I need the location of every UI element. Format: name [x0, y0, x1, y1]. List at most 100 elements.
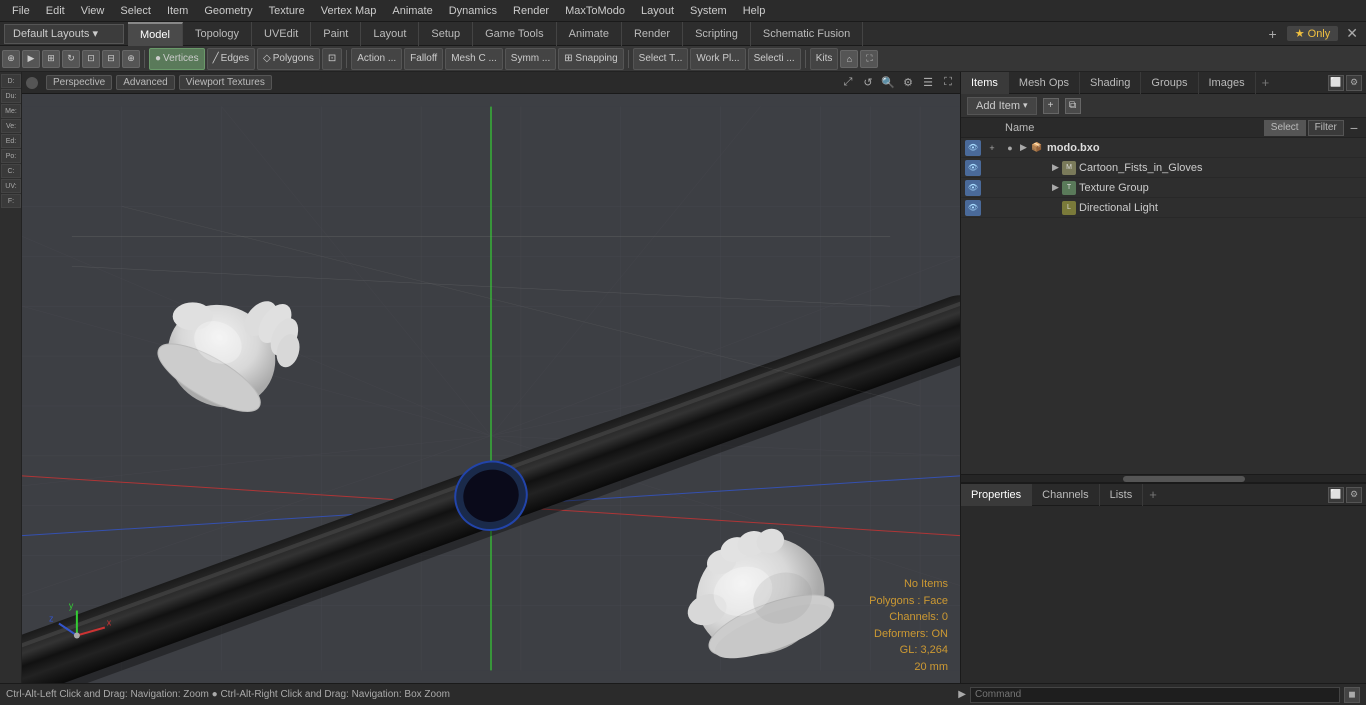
vp-search-icon[interactable]: 🔍 [880, 75, 896, 91]
tab-mesh-ops[interactable]: Mesh Ops [1009, 72, 1080, 94]
item-row-texture-group[interactable]: 👁 ▶ T Texture Group [961, 178, 1366, 198]
item-eye-icon-0[interactable]: 👁 [965, 140, 981, 156]
default-layouts-dropdown[interactable]: Default Layouts ▾ [4, 24, 124, 44]
left-btn-c[interactable]: C: [1, 164, 21, 178]
toolbar-symmetry-btn[interactable]: Symm ... [505, 48, 556, 70]
item-expand-2[interactable]: ▶ [1052, 182, 1062, 193]
tab-lists[interactable]: Lists [1100, 484, 1144, 506]
viewport-textures-btn[interactable]: Viewport Textures [179, 75, 272, 90]
left-btn-f[interactable]: F: [1, 194, 21, 208]
item-eye-icon-2[interactable]: 👁 [965, 180, 981, 196]
left-btn-d[interactable]: D: [1, 74, 21, 88]
add-item-plus-icon[interactable]: + [1043, 98, 1059, 114]
item-eye-icon-1[interactable]: 👁 [965, 160, 981, 176]
tab-animate[interactable]: Animate [557, 22, 622, 46]
menu-system[interactable]: System [682, 3, 735, 19]
item-row-cartoon-fists[interactable]: 👁 ▶ M Cartoon_Fists_in_Gloves [961, 158, 1366, 178]
tab-channels[interactable]: Channels [1032, 484, 1099, 506]
vp-gear-icon[interactable]: ⚙ [900, 75, 916, 91]
menu-file[interactable]: File [4, 3, 38, 19]
left-btn-uv[interactable]: UV: [1, 179, 21, 193]
vp-menu-icon[interactable]: ☰ [920, 75, 936, 91]
item-header-select-btn[interactable]: Select [1264, 120, 1306, 136]
layout-close-icon[interactable]: ✕ [1342, 25, 1362, 42]
toolbar-select-tool-btn[interactable]: Select T... [633, 48, 689, 70]
toolbar-icon-rotate[interactable]: ↻ [62, 50, 80, 68]
menu-help[interactable]: Help [735, 3, 774, 19]
tab-model[interactable]: Model [128, 22, 183, 46]
menu-animate[interactable]: Animate [384, 3, 440, 19]
toolbar-home-icon[interactable]: ⌂ [840, 50, 858, 68]
panel-settings-icon[interactable]: ⚙ [1346, 75, 1362, 91]
menu-maxtomodo[interactable]: MaxToModo [557, 3, 633, 19]
menu-item[interactable]: Item [159, 3, 196, 19]
toolbar-work-plane-btn[interactable]: Work Pl... [690, 48, 745, 70]
toolbar-mesh-btn[interactable]: Mesh C ... [445, 48, 503, 70]
left-btn-ve[interactable]: Ve: [1, 119, 21, 133]
add-item-button[interactable]: Add Item ▾ [967, 97, 1037, 115]
tab-images[interactable]: Images [1199, 72, 1256, 94]
star-only-btn[interactable]: ★ Only [1287, 26, 1339, 41]
add-item-duplicate-icon[interactable]: ⧉ [1065, 98, 1081, 114]
toolbar-icon-poly2[interactable]: ⊡ [322, 48, 342, 70]
items-scroll-thumb[interactable] [1123, 476, 1245, 482]
toolbar-action-btn[interactable]: Action ... [351, 48, 402, 70]
viewport-canvas[interactable]: x y z No Items Polygons : Face Channels:… [22, 94, 960, 683]
toolbar-snapping-btn[interactable]: ⊞ Snapping [558, 48, 623, 70]
item-header-filter-btn[interactable]: Filter [1308, 120, 1344, 136]
props-tab-plus[interactable]: + [1143, 487, 1163, 502]
tab-uvedit[interactable]: UVEdit [252, 22, 311, 46]
cmd-submit-icon[interactable]: ◼ [1344, 687, 1360, 703]
item-eye-icon-3[interactable]: 👁 [965, 200, 981, 216]
toolbar-icon-mirror[interactable]: ⊟ [102, 50, 120, 68]
toolbar-icon-2[interactable]: ▶ [22, 50, 40, 68]
toolbar-fullscreen-icon[interactable]: ⛶ [860, 50, 878, 68]
menu-select[interactable]: Select [112, 3, 159, 19]
menu-dynamics[interactable]: Dynamics [441, 3, 505, 19]
toolbar-icon-1[interactable]: ⊕ [2, 50, 20, 68]
vp-expand-icon[interactable]: ⛶ [940, 75, 956, 91]
item-plus-icon-0[interactable]: + [984, 140, 1000, 156]
toolbar-edges-btn[interactable]: ╱ Edges [207, 48, 255, 70]
advanced-btn[interactable]: Advanced [116, 75, 174, 90]
left-btn-du[interactable]: Du: [1, 89, 21, 103]
tab-items[interactable]: Items [961, 72, 1009, 94]
props-expand-icon[interactable]: ⬜ [1328, 487, 1344, 503]
toolbar-selection-btn[interactable]: Selecti ... [748, 48, 801, 70]
command-input[interactable] [970, 687, 1340, 703]
vp-rotate-icon[interactable]: ↺ [860, 75, 876, 91]
tab-paint[interactable]: Paint [311, 22, 361, 46]
layout-add-icon[interactable]: + [1263, 26, 1283, 42]
left-btn-po[interactable]: Po: [1, 149, 21, 163]
toolbar-icon-snap[interactable]: ⊕ [122, 50, 140, 68]
panel-expand-icon[interactable]: ⬜ [1328, 75, 1344, 91]
tab-properties[interactable]: Properties [961, 484, 1032, 506]
tab-schematic-fusion[interactable]: Schematic Fusion [751, 22, 863, 46]
toolbar-icon-transform[interactable]: ⊞ [42, 50, 60, 68]
menu-geometry[interactable]: Geometry [196, 3, 260, 19]
toolbar-kits-btn[interactable]: Kits [810, 48, 839, 70]
tab-render[interactable]: Render [622, 22, 683, 46]
items-tab-plus[interactable]: + [1256, 75, 1276, 90]
menu-view[interactable]: View [73, 3, 113, 19]
left-btn-ed[interactable]: Ed: [1, 134, 21, 148]
left-btn-me[interactable]: Me: [1, 104, 21, 118]
perspective-btn[interactable]: Perspective [46, 75, 112, 90]
item-row-dir-light[interactable]: 👁 L Directional Light [961, 198, 1366, 218]
tab-shading[interactable]: Shading [1080, 72, 1141, 94]
props-settings-icon[interactable]: ⚙ [1346, 487, 1362, 503]
item-expand-1[interactable]: ▶ [1052, 162, 1062, 173]
tab-scripting[interactable]: Scripting [683, 22, 751, 46]
tab-layout[interactable]: Layout [361, 22, 419, 46]
toolbar-falloff-btn[interactable]: Falloff [404, 48, 443, 70]
toolbar-vertices-btn[interactable]: ● Vertices [149, 48, 205, 70]
menu-edit[interactable]: Edit [38, 3, 73, 19]
menu-render[interactable]: Render [505, 3, 557, 19]
tab-game-tools[interactable]: Game Tools [473, 22, 557, 46]
items-scrollbar[interactable] [961, 474, 1366, 482]
tab-topology[interactable]: Topology [183, 22, 252, 46]
toolbar-polygons-btn[interactable]: ◇ Polygons [257, 48, 320, 70]
item-header-dash-icon[interactable]: − [1346, 120, 1362, 136]
menu-texture[interactable]: Texture [261, 3, 313, 19]
tab-groups[interactable]: Groups [1141, 72, 1198, 94]
